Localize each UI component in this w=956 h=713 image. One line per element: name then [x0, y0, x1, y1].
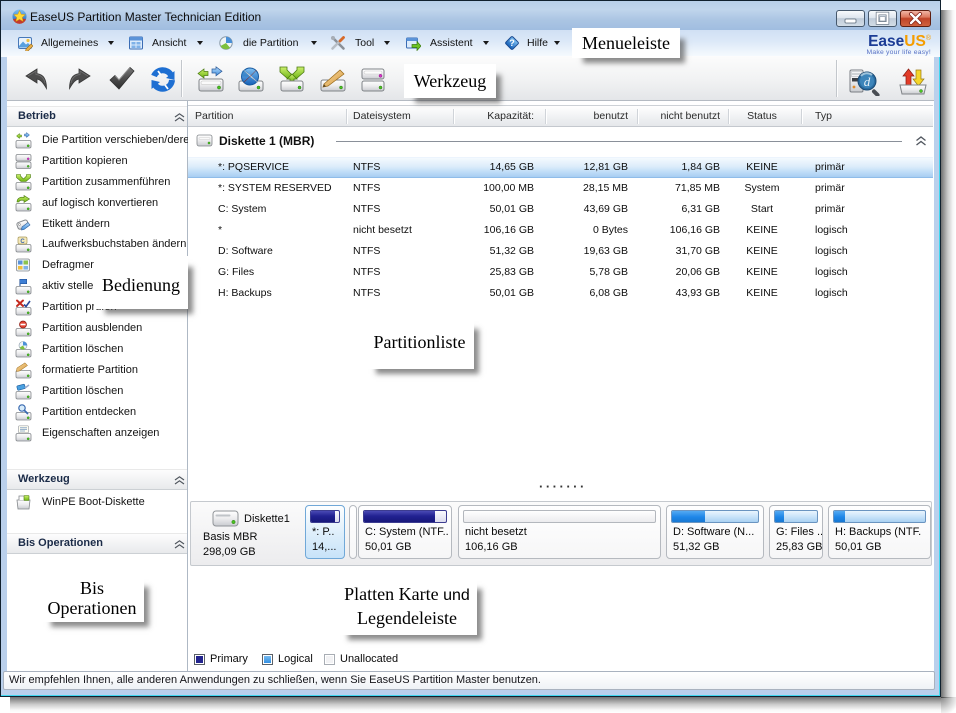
svg-text:C: C: [20, 239, 25, 245]
svg-text:?: ?: [509, 38, 515, 48]
svg-text:d: d: [864, 74, 871, 89]
